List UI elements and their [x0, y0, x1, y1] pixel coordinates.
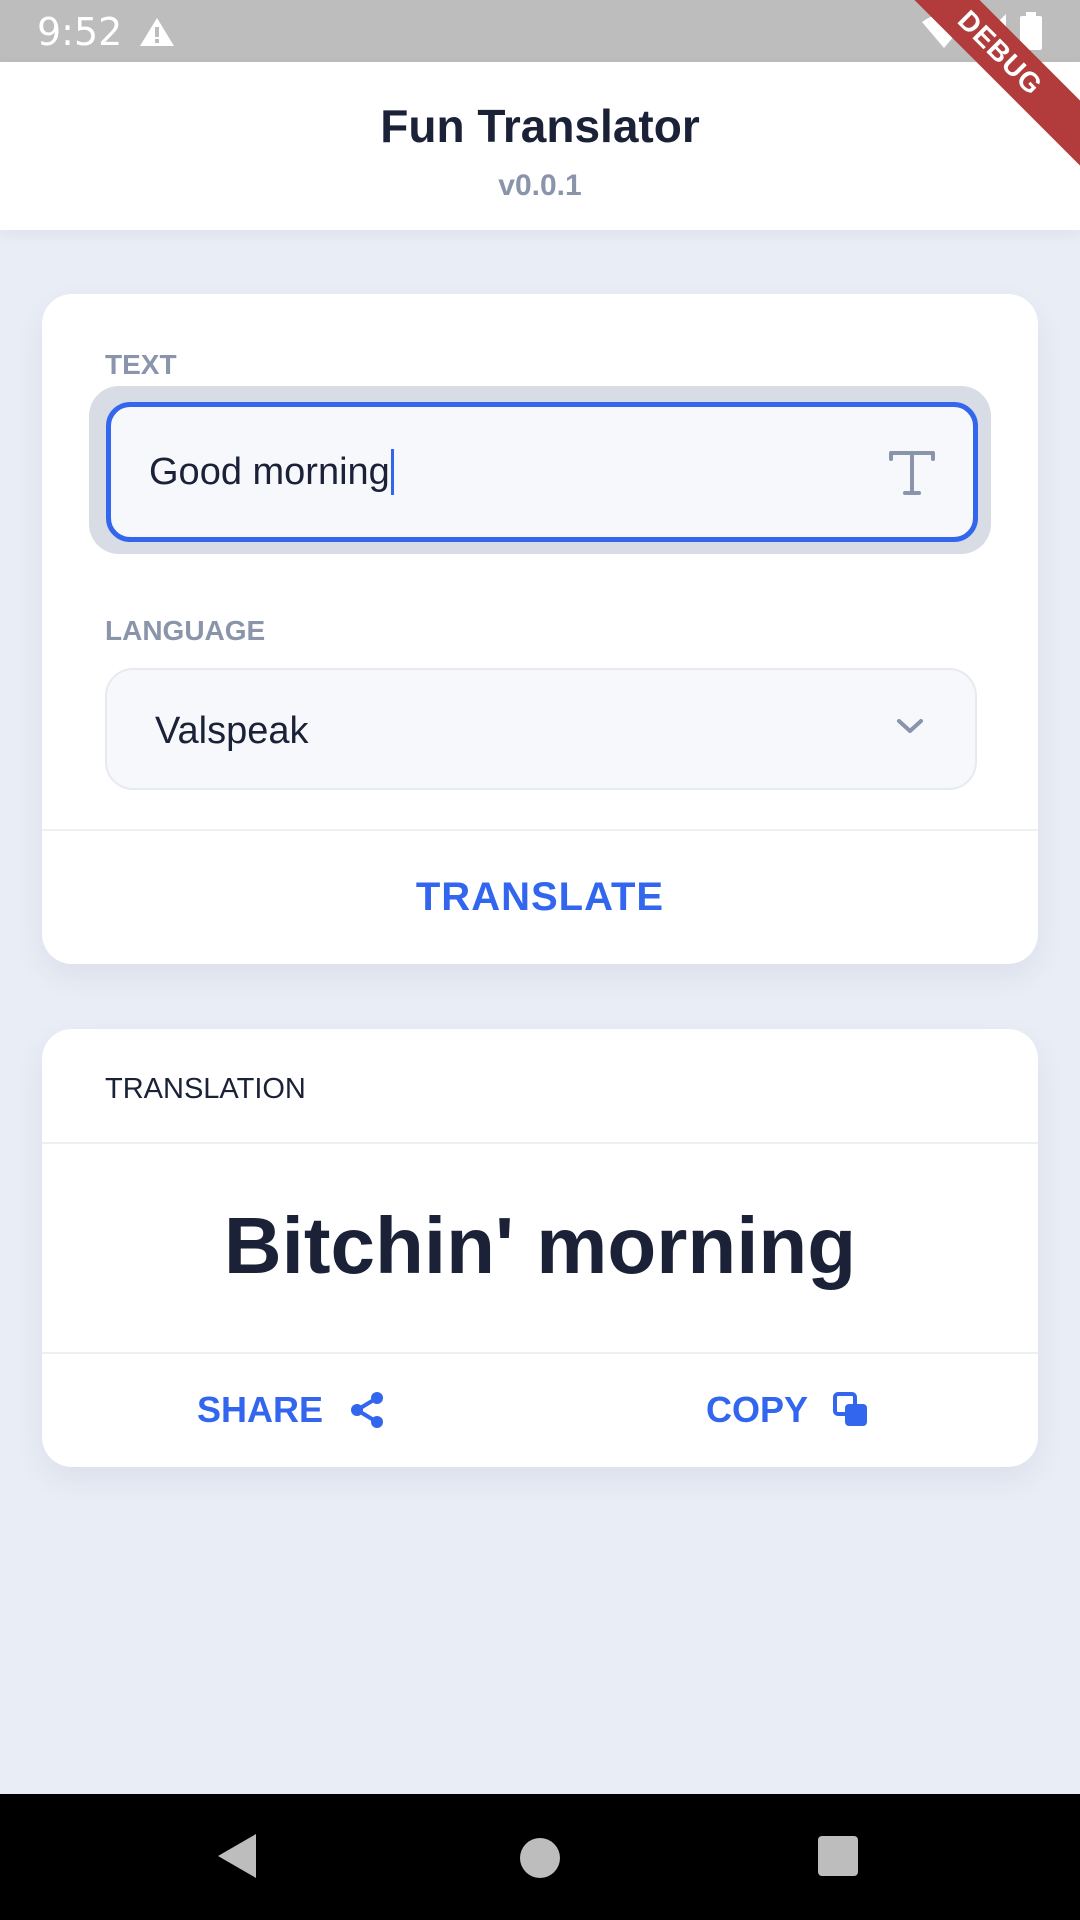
app-bar: Fun Translator v0.0.1 — [0, 62, 1080, 230]
text-field-focus-ring: Good morning — [89, 386, 991, 554]
text-field-label: TEXT — [105, 349, 177, 380]
warning-icon — [140, 18, 174, 46]
translation-card: TRANSLATION Bitchin' morning SHARE COPY — [42, 1029, 1038, 1467]
share-button[interactable]: SHARE — [197, 1353, 387, 1467]
text-format-icon — [889, 451, 935, 495]
status-bar: 9:52 — [0, 0, 1080, 62]
app-title: Fun Translator — [380, 100, 700, 152]
back-icon[interactable] — [216, 1832, 258, 1880]
translation-result: Bitchin' morning — [223, 1201, 857, 1290]
chevron-down-icon — [897, 719, 923, 733]
translation-header: TRANSLATION — [105, 1073, 306, 1105]
copy-button-label: COPY — [706, 1389, 809, 1430]
card-divider — [42, 1352, 1038, 1354]
language-field-label: LANGUAGE — [105, 615, 266, 646]
share-button-label: SHARE — [197, 1389, 324, 1430]
text-input-content: Good morning — [149, 451, 390, 493]
language-select[interactable]: Valspeak — [105, 668, 977, 790]
copy-button[interactable]: COPY — [706, 1353, 870, 1467]
language-select-value: Valspeak — [155, 710, 309, 752]
status-time: 9:52 — [37, 10, 123, 54]
text-input[interactable]: Good morning — [106, 402, 978, 542]
text-input-value: Good morning — [149, 449, 394, 495]
navigation-bar — [0, 1794, 1080, 1920]
copy-icon — [833, 1392, 868, 1426]
home-icon[interactable] — [518, 1836, 562, 1880]
app-version: v0.0.1 — [498, 169, 582, 202]
input-card: TEXT Good morning LANGUAGE Valspeak TRAN… — [42, 294, 1038, 964]
card-divider — [42, 1142, 1038, 1144]
translate-button[interactable]: TRANSLATE — [42, 830, 1038, 964]
share-icon — [351, 1392, 384, 1428]
text-caret — [390, 449, 394, 495]
recents-icon[interactable] — [816, 1834, 860, 1878]
